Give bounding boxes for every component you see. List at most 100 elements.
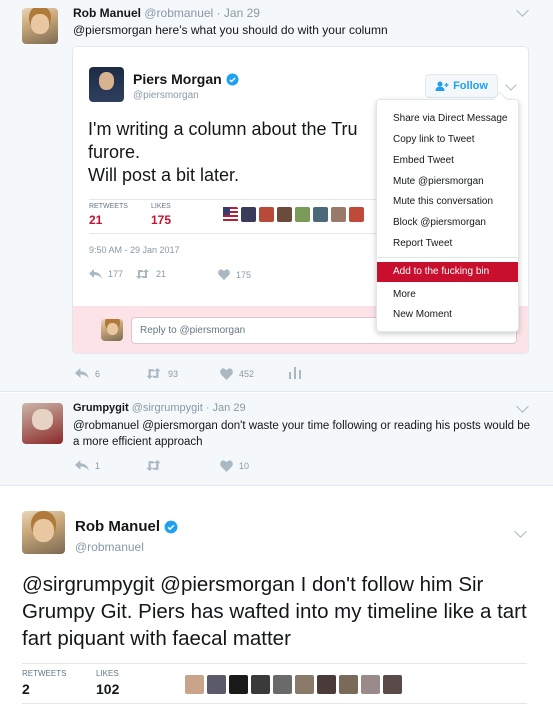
liker-avatars[interactable] bbox=[185, 675, 415, 695]
avatar-grumpygit[interactable] bbox=[22, 403, 63, 444]
reply-action[interactable]: 6 bbox=[75, 368, 100, 379]
stat-count: 2 bbox=[22, 681, 30, 697]
avatar-rob-manuel[interactable] bbox=[101, 319, 123, 341]
menu-more[interactable]: More bbox=[393, 289, 416, 300]
like-count: 452 bbox=[239, 369, 255, 379]
embedded-tweet-text: I'm writing a column about the Tru furor… bbox=[88, 118, 358, 187]
liker-avatar[interactable] bbox=[361, 675, 380, 694]
retweet-count: 93 bbox=[168, 368, 179, 379]
author-name[interactable]: Rob Manuel bbox=[73, 6, 141, 20]
menu-new-moment[interactable]: New Moment bbox=[393, 309, 452, 320]
menu-mute-conversation[interactable]: Mute this conversation bbox=[393, 196, 493, 207]
menu-embed-tweet[interactable]: Embed Tweet bbox=[393, 155, 454, 166]
like-count: 175 bbox=[236, 269, 252, 280]
liker-avatar[interactable] bbox=[259, 207, 274, 222]
liker-avatar[interactable] bbox=[295, 207, 310, 222]
tweet-grumpygit[interactable]: Grumpygit @sirgrumpygit · Jan 29 @robman… bbox=[0, 393, 553, 486]
retweets-stat[interactable]: RETWEETS 21 bbox=[89, 203, 128, 227]
author-name[interactable]: Rob Manuel bbox=[75, 518, 160, 535]
retweet-action[interactable]: 93 bbox=[145, 368, 178, 379]
analytics-action[interactable] bbox=[289, 367, 301, 379]
liker-avatar[interactable] bbox=[223, 207, 238, 222]
reply-icon bbox=[75, 460, 89, 471]
menu-report-tweet[interactable]: Report Tweet bbox=[393, 238, 452, 249]
retweet-icon bbox=[146, 460, 161, 471]
follow-button[interactable]: Follow bbox=[425, 74, 498, 98]
divider bbox=[22, 703, 527, 704]
liker-avatar[interactable] bbox=[383, 675, 402, 694]
avatar-rob-manuel[interactable] bbox=[22, 8, 58, 44]
analytics-icon bbox=[289, 367, 301, 379]
menu-divider bbox=[377, 257, 518, 258]
reply-count: 1 bbox=[95, 460, 101, 471]
retweet-count: 21 bbox=[156, 269, 167, 279]
author-handle[interactable]: @robmanuel bbox=[75, 540, 144, 554]
reply-count: 177 bbox=[108, 269, 124, 279]
avatar-rob-manuel[interactable] bbox=[22, 511, 65, 554]
liker-avatars[interactable] bbox=[223, 207, 373, 224]
like-action[interactable]: 10 bbox=[220, 460, 249, 472]
liker-avatar[interactable] bbox=[295, 675, 314, 694]
reply-placeholder: Reply to @piersmorgan bbox=[140, 325, 246, 336]
liker-avatar[interactable] bbox=[331, 207, 346, 222]
liker-avatar[interactable] bbox=[339, 675, 358, 694]
reply-action[interactable]: 1 bbox=[75, 460, 100, 471]
liker-avatar[interactable] bbox=[185, 675, 204, 694]
like-count: 10 bbox=[239, 461, 250, 471]
reply-icon bbox=[75, 368, 89, 379]
tweet-timestamp[interactable]: 9:50 AM - 29 Jan 2017 bbox=[89, 245, 180, 255]
chevron-down-icon[interactable] bbox=[514, 525, 527, 538]
reply-icon bbox=[89, 269, 102, 279]
liker-avatar[interactable] bbox=[207, 675, 226, 694]
liker-avatar[interactable] bbox=[349, 207, 364, 222]
stat-label: LIKES bbox=[151, 203, 171, 210]
tweet-rob-manuel-main[interactable]: Rob Manuel @robmanuel @sirgrumpygit @pie… bbox=[0, 487, 553, 715]
likes-stat[interactable]: LIKES 175 bbox=[151, 203, 171, 227]
author-handle[interactable]: @piersmorgan bbox=[133, 90, 199, 101]
menu-copy-link[interactable]: Copy link to Tweet bbox=[393, 134, 475, 145]
liker-avatar[interactable] bbox=[313, 207, 328, 222]
reply-action[interactable]: 177 bbox=[89, 269, 123, 279]
stat-label: LIKES bbox=[96, 669, 119, 678]
liker-avatar[interactable] bbox=[241, 207, 256, 222]
retweet-action[interactable]: 21 bbox=[135, 269, 166, 279]
liker-avatar[interactable] bbox=[277, 207, 292, 222]
like-action[interactable]: 175 bbox=[218, 269, 251, 280]
chevron-down-icon[interactable] bbox=[505, 79, 517, 91]
retweet-icon bbox=[146, 368, 161, 379]
tweet-date[interactable]: · Jan 29 bbox=[206, 402, 246, 414]
like-action[interactable]: 452 bbox=[220, 368, 254, 380]
menu-mute-user[interactable]: Mute @piersmorgan bbox=[393, 176, 484, 187]
chevron-down-icon[interactable] bbox=[516, 400, 529, 413]
tweet-rob-manuel-1[interactable]: Rob Manuel @robmanuel · Jan 29 @piersmor… bbox=[0, 0, 553, 392]
menu-block-user[interactable]: Block @piersmorgan bbox=[393, 217, 486, 228]
menu-share-dm[interactable]: Share via Direct Message bbox=[393, 113, 508, 124]
author-handle[interactable]: @sirgrumpygit bbox=[132, 402, 203, 414]
retweet-action[interactable] bbox=[145, 460, 162, 471]
tweet-date[interactable]: · Jan 29 bbox=[217, 6, 260, 20]
reply-count: 6 bbox=[95, 368, 101, 379]
heart-icon bbox=[220, 368, 233, 380]
author-name[interactable]: Grumpygit bbox=[73, 402, 129, 414]
retweet-icon bbox=[136, 269, 149, 279]
text-line: furore. bbox=[88, 142, 141, 162]
liker-avatar[interactable] bbox=[229, 675, 248, 694]
liker-avatar[interactable] bbox=[273, 675, 292, 694]
tweet-text: @robmanuel @piersmorgan don't waste your… bbox=[73, 420, 531, 448]
chevron-down-icon[interactable] bbox=[516, 4, 529, 17]
retweets-stat[interactable]: RETWEETS 2 bbox=[22, 669, 66, 697]
stat-count: 102 bbox=[96, 681, 120, 697]
likes-stat[interactable]: LIKES 102 bbox=[96, 669, 119, 697]
stat-label: RETWEETS bbox=[22, 669, 67, 678]
tweet-text: @piersmorgan here's what you should do w… bbox=[73, 23, 388, 37]
tweet-text: @sirgrumpygit @piersmorgan I don't follo… bbox=[22, 573, 527, 650]
heart-icon bbox=[218, 269, 230, 280]
author-handle[interactable]: @robmanuel bbox=[144, 6, 213, 20]
avatar-piers-morgan[interactable] bbox=[89, 67, 124, 102]
liker-avatar[interactable] bbox=[317, 675, 336, 694]
follow-label: Follow bbox=[453, 80, 488, 92]
menu-add-to-bin[interactable]: Add to the fucking bin bbox=[377, 262, 518, 282]
tweet-actions-menu: Share via Direct Message Copy link to Tw… bbox=[376, 91, 519, 332]
author-name[interactable]: Piers Morgan bbox=[133, 71, 222, 87]
liker-avatar[interactable] bbox=[251, 675, 270, 694]
